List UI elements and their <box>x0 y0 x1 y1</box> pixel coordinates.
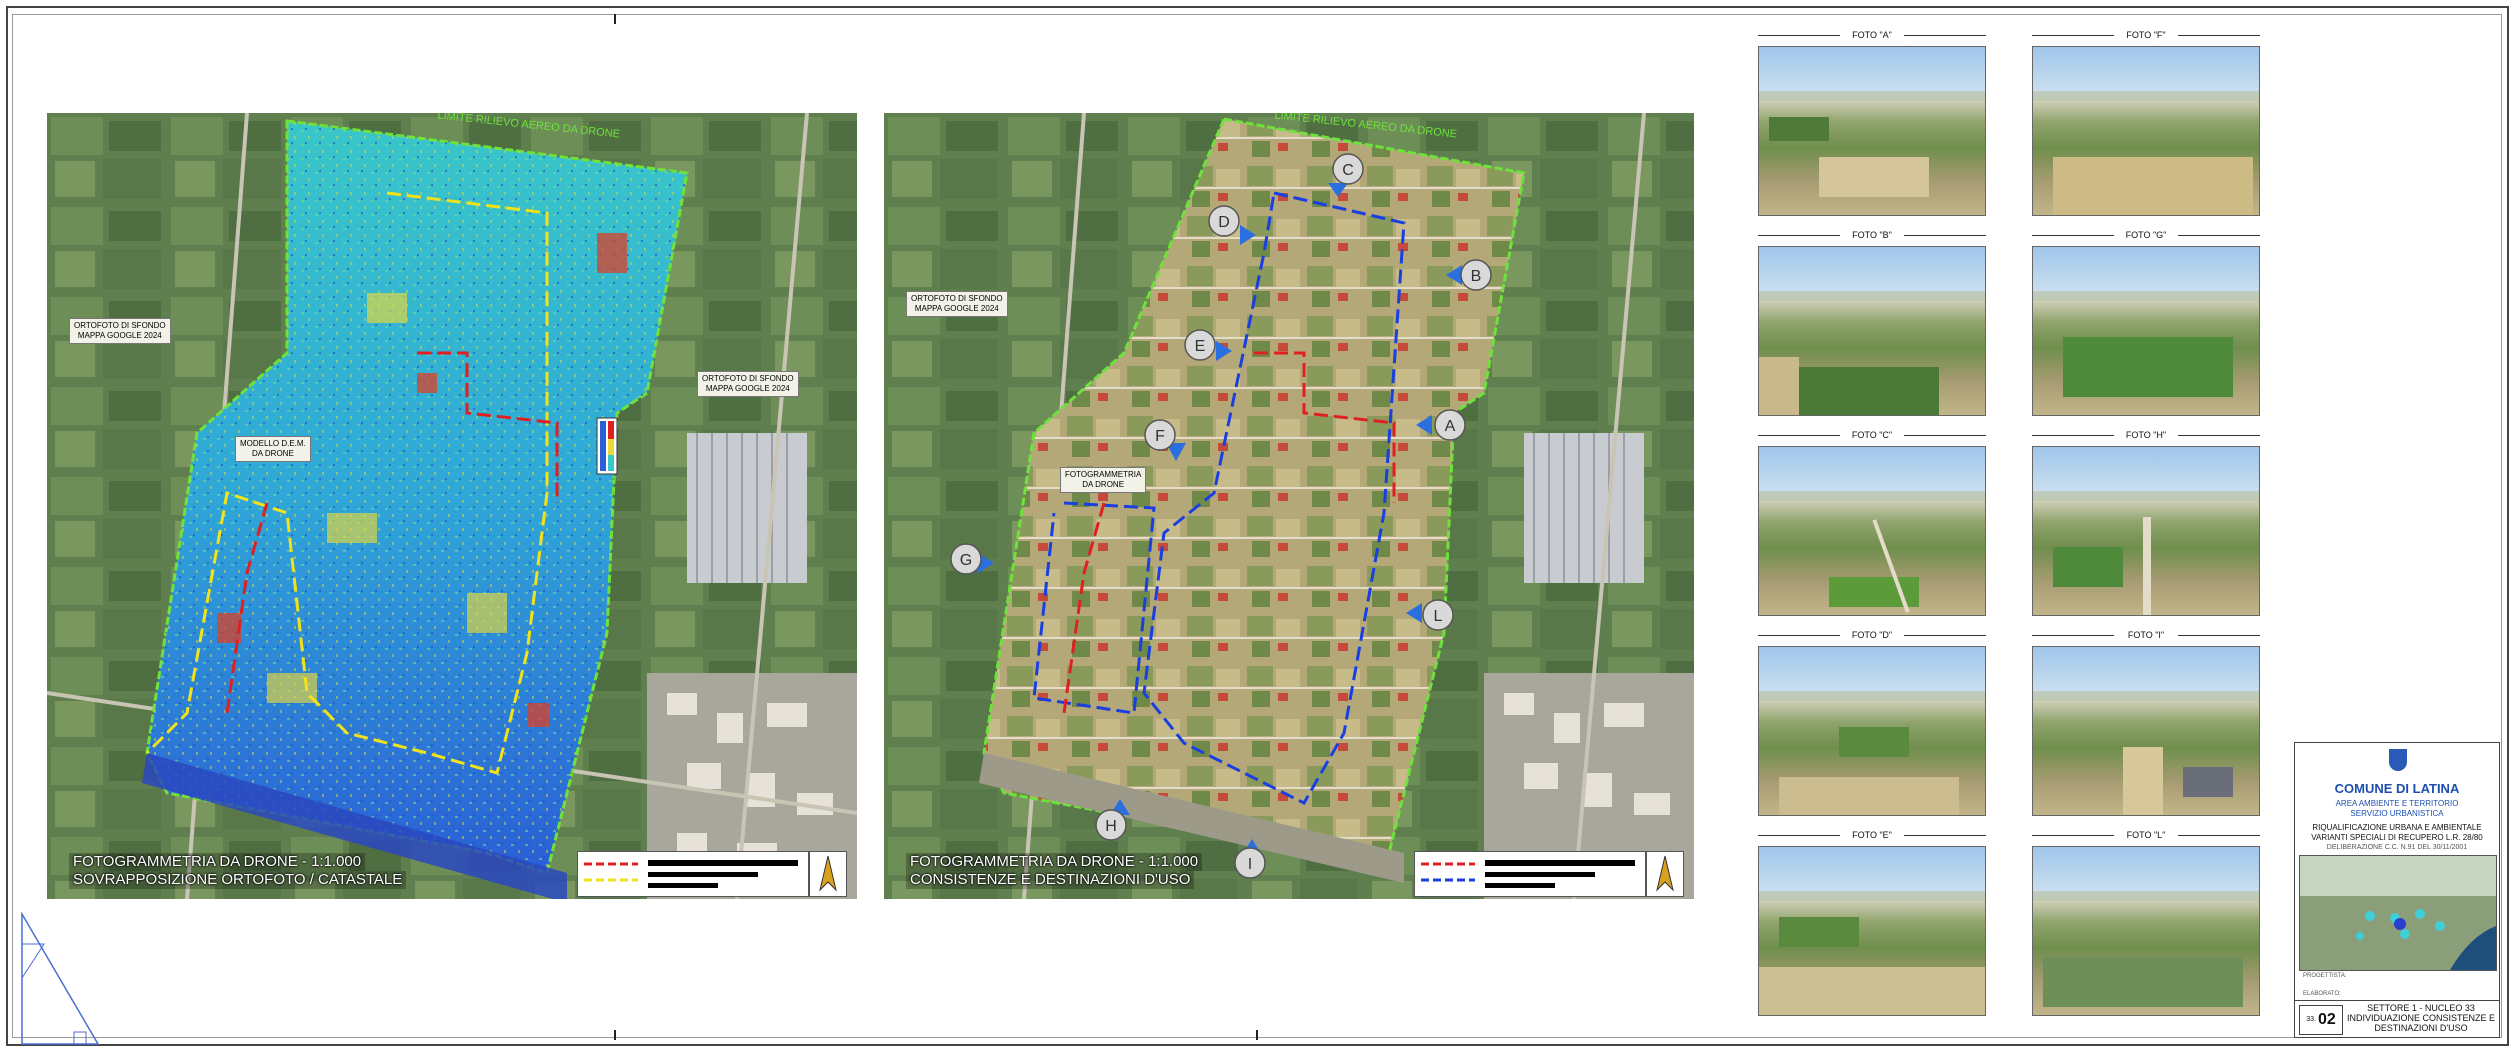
project-line2: VARIANTI SPECIALI DI RECUPERO L.R. 28/80 <box>2311 833 2483 842</box>
marker-a[interactable]: A <box>1416 409 1466 441</box>
photo-a[interactable]: FOTO "A" <box>1758 28 1986 216</box>
photo-image <box>2032 246 2260 416</box>
marker-g[interactable]: G <box>950 543 994 575</box>
photo-g[interactable]: FOTO "G" <box>2032 228 2260 416</box>
marker-l-label: L <box>1434 608 1443 625</box>
map-legend <box>577 851 809 897</box>
map-title-line2: SOVRAPPOSIZIONE ORTOFOTO / CATASTALE <box>69 871 407 889</box>
marker-c-label: C <box>1342 162 1354 179</box>
marker-d[interactable]: D <box>1208 205 1256 245</box>
map-dem-canvas <box>47 113 857 899</box>
photo-b[interactable]: FOTO "B" <box>1758 228 1986 416</box>
label-ortofoto-right: ORTOFOTO DI SFONDO MAPPA GOOGLE 2024 <box>697 371 799 397</box>
photo-caption: FOTO "B" <box>1758 228 1986 242</box>
photo-image <box>2032 646 2260 816</box>
marker-d-label: D <box>1218 214 1230 231</box>
photo-caption: FOTO "F" <box>2032 28 2260 42</box>
marker-e[interactable]: E <box>1184 329 1232 361</box>
marker-b-label: B <box>1471 268 1482 285</box>
photo-caption: FOTO "C" <box>1758 428 1986 442</box>
title-block: COMUNE DI LATINA AREA AMBIENTE E TERRITO… <box>2294 742 2500 1038</box>
marker-f-label: F <box>1155 428 1165 445</box>
photo-image <box>2032 846 2260 1016</box>
photo-caption: FOTO "I" <box>2032 628 2260 642</box>
photo-caption: FOTO "G" <box>2032 228 2260 242</box>
photo-caption: FOTO "A" <box>1758 28 1986 42</box>
sheet-num: 02 <box>2317 1011 2336 1029</box>
frame-tick <box>614 14 616 24</box>
photo-caption: FOTO "H" <box>2032 428 2260 442</box>
project-line1: RIQUALIFICAZIONE URBANA E AMBIENTALE <box>2312 823 2482 832</box>
marker-f[interactable]: F <box>1144 419 1186 461</box>
city-name: COMUNE DI LATINA <box>2334 781 2460 796</box>
marker-b[interactable]: B <box>1446 259 1492 291</box>
sheet-description: SETTORE 1 - NUCLEO 33 INDIVIDUAZIONE CON… <box>2345 1003 2497 1033</box>
map-title-line1: FOTOGRAMMETRIA DA DRONE - 1:1.000 <box>69 853 366 871</box>
photo-image <box>1758 846 1986 1016</box>
photo-image <box>2032 46 2260 216</box>
photo-caption: FOTO "L" <box>2032 828 2260 842</box>
north-arrow <box>809 851 847 897</box>
marker-e-label: E <box>1195 338 1206 355</box>
photo-caption: FOTO "E" <box>1758 828 1986 842</box>
field-elaborato: ELABORATO: <box>2303 991 2341 997</box>
map-title-line2: CONSISTENZE E DESTINAZIONI D'USO <box>906 871 1195 889</box>
label-ortofoto-left: ORTOFOTO DI SFONDO MAPPA GOOGLE 2024 <box>69 318 171 344</box>
corner-triangle <box>21 911 100 1045</box>
north-arrow <box>1646 851 1684 897</box>
photo-f[interactable]: FOTO "F" <box>2032 28 2260 216</box>
photo-e[interactable]: FOTO "E" <box>1758 828 1986 1016</box>
map-title: FOTOGRAMMETRIA DA DRONE - 1:1.000 SOVRAP… <box>69 853 407 889</box>
map-land-use[interactable]: ORTOFOTO DI SFONDO MAPPA GOOGLE 2024 FOTO… <box>884 113 1694 899</box>
city-crest-icon <box>2389 749 2407 771</box>
photo-caption: FOTO "D" <box>1758 628 1986 642</box>
photo-image <box>1758 646 1986 816</box>
marker-l[interactable]: L <box>1406 599 1454 631</box>
photo-image <box>1758 46 1986 216</box>
photo-h[interactable]: FOTO "H" <box>2032 428 2260 616</box>
photo-i[interactable]: FOTO "I" <box>2032 628 2260 816</box>
map-dem-overlay[interactable]: ORTOFOTO DI SFONDO MAPPA GOOGLE 2024 ORTO… <box>47 113 857 899</box>
photo-image <box>1758 446 1986 616</box>
photo-image <box>2032 446 2260 616</box>
delibera-line: DELIBERAZIONE C.C. N.91 DEL 30/11/2001 <box>2326 844 2468 851</box>
photo-c[interactable]: FOTO "C" <box>1758 428 1986 616</box>
photo-d[interactable]: FOTO "D" <box>1758 628 1986 816</box>
sheet-number: 33. 02 <box>2299 1005 2343 1035</box>
department-line2: SERVIZIO URBANISTICA <box>2350 809 2444 818</box>
title-block-footer: 33. 02 SETTORE 1 - NUCLEO 33 INDIVIDUAZIO… <box>2295 1000 2499 1037</box>
sheet-desc-line3: DESTINAZIONI D'USO <box>2374 1023 2468 1033</box>
frame-tick <box>1256 1030 1258 1040</box>
locator-map <box>2299 855 2497 971</box>
label-dem: MODELLO D.E.M. DA DRONE <box>235 436 311 462</box>
marker-h-label: H <box>1105 818 1117 835</box>
marker-i-label: I <box>1248 856 1252 873</box>
marker-a-label: A <box>1445 418 1456 435</box>
photo-l[interactable]: FOTO "L" <box>2032 828 2260 1016</box>
sheet-desc-line1: SETTORE 1 - NUCLEO 33 <box>2367 1003 2475 1013</box>
marker-i[interactable]: I <box>1234 839 1266 879</box>
sheet-desc-line2: INDIVIDUAZIONE CONSISTENZE E <box>2346 1013 2496 1023</box>
marker-g-label: G <box>960 552 972 569</box>
map-title: FOTOGRAMMETRIA DA DRONE - 1:1.000 CONSIS… <box>906 853 1203 889</box>
photo-markers: A B C D E F G H I L <box>950 153 1492 879</box>
frame-tick <box>614 1030 616 1040</box>
map-legend <box>1414 851 1646 897</box>
sheet-prefix: 33. <box>2306 1016 2316 1023</box>
marker-h[interactable]: H <box>1095 799 1130 841</box>
photo-image <box>1758 246 1986 416</box>
map-title-line1: FOTOGRAMMETRIA DA DRONE - 1:1.000 <box>906 853 1203 871</box>
marker-c[interactable]: C <box>1328 153 1364 197</box>
field-progettista: PROGETTISTA: <box>2303 973 2347 979</box>
department-line1: AREA AMBIENTE E TERRITORIO <box>2335 799 2459 808</box>
